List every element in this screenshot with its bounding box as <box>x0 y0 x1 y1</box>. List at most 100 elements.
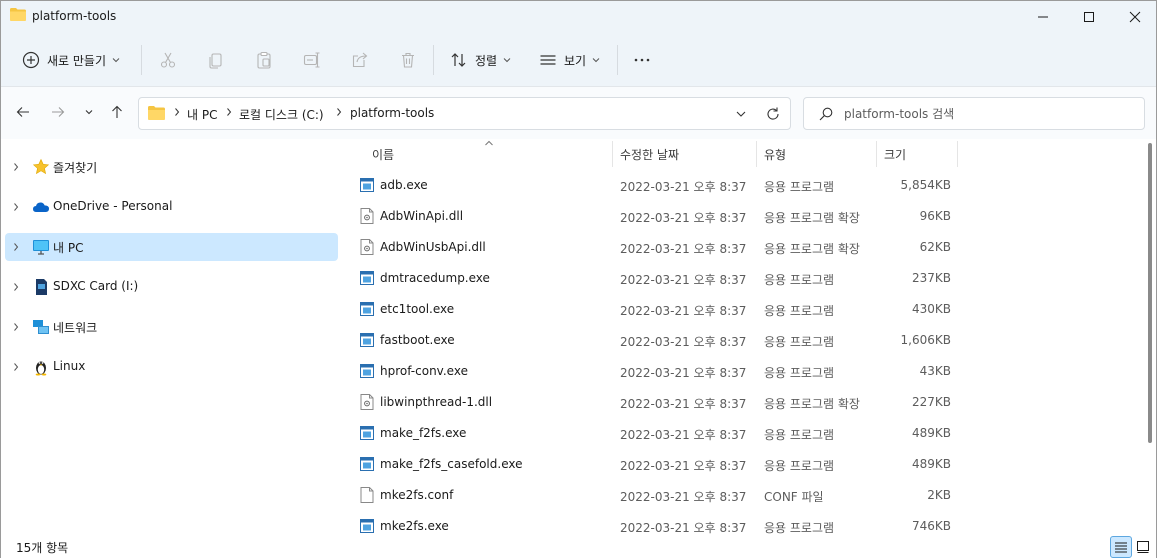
minimize-icon <box>1038 16 1048 18</box>
breadcrumb-this-pc[interactable]: 내 PC <box>187 106 217 123</box>
toolbar-divider <box>433 45 434 75</box>
view-button[interactable]: 보기 <box>539 45 600 75</box>
file-row[interactable]: mke2fs.conf 2022-03-21 오후 8:37 CONF 파일 2KB <box>341 480 1141 511</box>
column-header-type[interactable]: 유형 <box>764 141 786 167</box>
exe-icon <box>360 456 374 472</box>
delete-icon <box>402 52 414 68</box>
file-name: adb.exe <box>380 178 428 192</box>
file-name: make_f2fs.exe <box>380 426 467 440</box>
nav-item-quick-access[interactable]: 즐겨찾기 <box>5 153 338 181</box>
paste-button[interactable] <box>255 45 273 75</box>
recent-locations-button[interactable] <box>77 100 101 124</box>
close-icon <box>1129 11 1141 23</box>
nav-item-onedrive[interactable]: OneDrive - Personal <box>5 193 338 221</box>
navigation-pane: 즐겨찾기 OneDrive - Personal 내 PC SDXC Card … <box>1 139 341 535</box>
column-divider[interactable] <box>957 141 958 167</box>
chevron-right-icon[interactable] <box>12 362 20 372</box>
file-explorer-window: platform-tools 새로 만들기 정렬 보기 내 PC 로컬 디스크 … <box>0 0 1157 558</box>
large-icons-view-button[interactable] <box>1132 536 1154 558</box>
file-row[interactable]: dmtracedump.exe 2022-03-21 오후 8:37 응용 프로그램… <box>341 263 1141 294</box>
close-button[interactable] <box>1112 1 1157 33</box>
file-type: 응용 프로그램 <box>764 180 835 194</box>
new-button[interactable]: 새로 만들기 <box>22 45 120 75</box>
toolbar-divider <box>617 45 618 75</box>
nav-item-label: 네트워크 <box>53 321 98 335</box>
sort-ascending-icon <box>485 140 493 146</box>
dll-icon <box>360 394 374 410</box>
network-icon <box>33 320 49 334</box>
search-icon <box>819 107 833 121</box>
file-icon <box>360 487 374 503</box>
file-row[interactable]: libwinpthread-1.dll 2022-03-21 오후 8:37 응용 … <box>341 387 1141 418</box>
nav-item-this-pc[interactable]: 내 PC <box>5 233 338 261</box>
cut-icon <box>160 52 176 68</box>
file-row[interactable]: AdbWinApi.dll 2022-03-21 오후 8:37 응용 프로그램 확… <box>341 201 1141 232</box>
minimize-button[interactable] <box>1020 1 1066 33</box>
chevron-right-icon[interactable] <box>12 162 20 172</box>
file-date: 2022-03-21 오후 8:37 <box>620 273 747 287</box>
file-name: AdbWinUsbApi.dll <box>380 240 486 254</box>
chevron-down-icon <box>503 58 511 63</box>
file-date: 2022-03-21 오후 8:37 <box>620 304 747 318</box>
chevron-right-icon[interactable] <box>12 282 20 292</box>
column-divider[interactable] <box>756 141 757 167</box>
new-button-label: 새로 만들기 <box>47 53 107 68</box>
exe-icon <box>360 518 374 534</box>
file-row[interactable]: make_f2fs.exe 2022-03-21 오후 8:37 응용 프로그램 48… <box>341 418 1141 449</box>
status-bar: 15개 항목 <box>1 535 1156 558</box>
copy-button[interactable] <box>207 45 225 75</box>
column-header-date[interactable]: 수정한 날짜 <box>620 141 679 167</box>
chevron-right-icon[interactable] <box>12 242 20 252</box>
more-button[interactable] <box>633 45 651 75</box>
delete-button[interactable] <box>399 45 417 75</box>
up-button[interactable] <box>105 100 129 124</box>
chevron-right-icon[interactable] <box>12 202 20 212</box>
address-dropdown-icon[interactable] <box>733 106 749 122</box>
refresh-icon[interactable] <box>765 106 781 122</box>
column-header-name[interactable]: 이름 <box>372 141 394 167</box>
rename-button[interactable] <box>303 45 321 75</box>
details-view-button[interactable] <box>1110 536 1132 558</box>
linux-penguin-icon <box>35 361 47 376</box>
search-box[interactable] <box>803 97 1145 130</box>
chevron-right-icon[interactable] <box>12 322 20 332</box>
toolbar-divider <box>141 45 142 75</box>
back-button[interactable] <box>11 100 35 124</box>
file-row[interactable]: adb.exe 2022-03-21 오후 8:37 응용 프로그램 5,854KB <box>341 170 1141 201</box>
file-row[interactable]: AdbWinUsbApi.dll 2022-03-21 오후 8:37 응용 프로그… <box>341 232 1141 263</box>
large-icons-view-icon <box>1137 541 1149 553</box>
nav-item-linux[interactable]: Linux <box>5 353 338 381</box>
file-name: mke2fs.conf <box>380 488 454 502</box>
file-row[interactable]: etc1tool.exe 2022-03-21 오후 8:37 응용 프로그램 430… <box>341 294 1141 325</box>
file-name: dmtracedump.exe <box>380 271 490 285</box>
search-input[interactable] <box>844 105 1134 123</box>
file-row[interactable]: make_f2fs_casefold.exe 2022-03-21 오후 8:37… <box>341 449 1141 480</box>
file-date: 2022-03-21 오후 8:37 <box>620 242 747 256</box>
file-row[interactable]: hprof-conv.exe 2022-03-21 오후 8:37 응용 프로그램 4… <box>341 356 1141 387</box>
column-header-size[interactable]: 크기 <box>884 141 906 167</box>
maximize-button[interactable] <box>1066 1 1112 33</box>
address-bar[interactable]: 내 PC 로컬 디스크 (C:) platform-tools <box>138 97 791 130</box>
file-size: 746KB <box>911 519 951 533</box>
nav-item-sd-card[interactable]: SDXC Card (I:) <box>5 273 338 301</box>
plus-circle-icon <box>22 51 40 69</box>
title-bar[interactable]: platform-tools <box>1 1 1156 33</box>
sort-button[interactable]: 정렬 <box>450 45 511 75</box>
file-type: 응용 프로그램 확장 <box>764 397 860 411</box>
share-button[interactable] <box>351 45 369 75</box>
file-size: 96KB <box>919 209 951 223</box>
breadcrumb-platform-tools[interactable]: platform-tools <box>350 106 434 120</box>
command-bar: 새로 만들기 정렬 보기 <box>1 33 1156 87</box>
file-row[interactable]: fastboot.exe 2022-03-21 오후 8:37 응용 프로그램 1,6… <box>341 325 1141 356</box>
cut-button[interactable] <box>159 45 177 75</box>
item-count: 15개 항목 <box>16 541 69 555</box>
breadcrumb-local-disk[interactable]: 로컬 디스크 (C:) <box>239 106 324 123</box>
column-divider[interactable] <box>876 141 877 167</box>
nav-item-network[interactable]: 네트워크 <box>5 313 338 341</box>
file-type: 응용 프로그램 <box>764 428 835 442</box>
vertical-scrollbar[interactable] <box>1148 143 1152 443</box>
file-name: etc1tool.exe <box>380 302 455 316</box>
column-divider[interactable] <box>612 141 613 167</box>
file-name: make_f2fs_casefold.exe <box>380 457 523 471</box>
forward-button[interactable] <box>46 100 70 124</box>
